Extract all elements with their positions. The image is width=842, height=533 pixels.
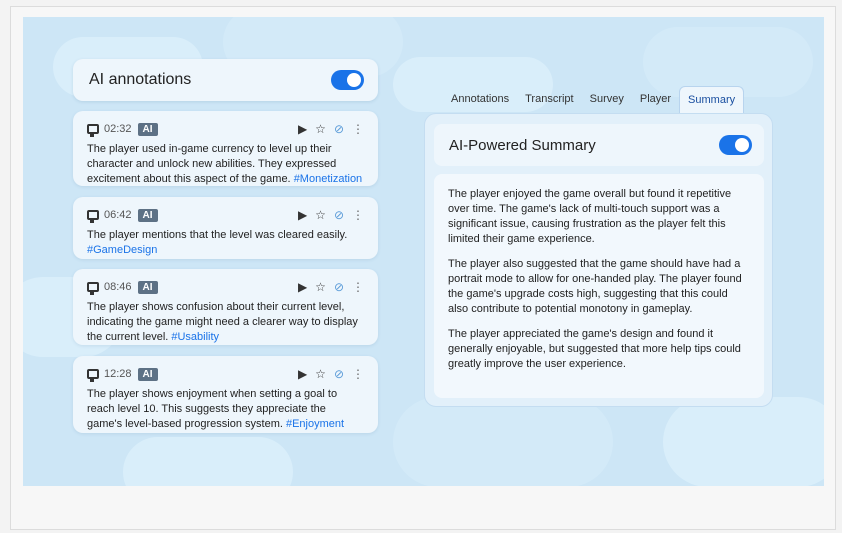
more-options-icon[interactable]: ⋮ xyxy=(352,367,364,381)
cloud-decoration xyxy=(123,437,293,486)
tab-summary[interactable]: Summary xyxy=(679,86,745,113)
ai-badge: AI xyxy=(137,367,158,381)
tab-transcript[interactable]: Transcript xyxy=(517,86,582,113)
summary-header: AI-Powered Summary xyxy=(434,124,764,166)
summary-paragraph: The player also suggested that the game … xyxy=(448,258,742,315)
ai-badge: AI xyxy=(137,208,158,222)
tab-survey[interactable]: Survey xyxy=(582,86,632,113)
annotation-timestamp[interactable]: 08:46 xyxy=(104,281,132,293)
annotation-tag[interactable]: #Monetization xyxy=(294,173,363,185)
star-icon[interactable]: ☆ xyxy=(315,280,326,294)
annotation-card: 02:32 AI ▶ ☆ ⊘ ⋮ The player used in-game… xyxy=(73,111,378,186)
annotation-card: 08:46 AI ▶ ☆ ⊘ ⋮ The player shows confus… xyxy=(73,269,378,345)
ai-annotations-header: AI annotations xyxy=(73,59,378,101)
annotation-tag[interactable]: #Enjoyment xyxy=(286,418,344,430)
annotation-tag[interactable]: #Usability xyxy=(171,331,219,343)
summary-paragraph: The player appreciated the game's design… xyxy=(448,328,741,370)
cloud-decoration xyxy=(393,397,613,486)
annotation-tag[interactable]: #GameDesign xyxy=(87,244,157,256)
more-options-icon[interactable]: ⋮ xyxy=(352,280,364,294)
play-icon[interactable]: ▶ xyxy=(298,280,307,294)
link-icon[interactable]: ⊘ xyxy=(334,122,344,136)
comment-icon xyxy=(87,124,99,137)
ai-badge: AI xyxy=(137,280,158,294)
annotation-card: 06:42 AI ▶ ☆ ⊘ ⋮ The player mentions tha… xyxy=(73,197,378,259)
annotation-timestamp[interactable]: 06:42 xyxy=(104,209,132,221)
link-icon[interactable]: ⊘ xyxy=(334,280,344,294)
annotation-text: The player shows enjoyment when setting … xyxy=(87,388,345,430)
star-icon[interactable]: ☆ xyxy=(315,367,326,381)
summary-body: The player enjoyed the game overall but … xyxy=(434,174,764,398)
annotation-text: The player mentions that the level was c… xyxy=(87,229,348,256)
annotation-text: The player used in-game currency to leve… xyxy=(87,143,363,185)
tab-player[interactable]: Player xyxy=(632,86,679,113)
more-options-icon[interactable]: ⋮ xyxy=(352,122,364,136)
annotation-text: The player shows confusion about their c… xyxy=(87,301,358,343)
ai-badge: AI xyxy=(137,122,158,136)
link-icon[interactable]: ⊘ xyxy=(334,367,344,381)
comment-icon xyxy=(87,369,99,382)
play-icon[interactable]: ▶ xyxy=(298,367,307,381)
ai-annotations-toggle[interactable] xyxy=(331,70,364,90)
annotation-card: 12:28 AI ▶ ☆ ⊘ ⋮ The player shows enjoym… xyxy=(73,356,378,433)
more-options-icon[interactable]: ⋮ xyxy=(352,208,364,222)
play-icon[interactable]: ▶ xyxy=(298,122,307,136)
tab-bar: Annotations Transcript Survey Player Sum… xyxy=(443,86,745,113)
summary-toggle[interactable] xyxy=(719,135,752,155)
annotation-timestamp[interactable]: 02:32 xyxy=(104,123,132,135)
tab-annotations[interactable]: Annotations xyxy=(443,86,517,113)
star-icon[interactable]: ☆ xyxy=(315,122,326,136)
summary-title: AI-Powered Summary xyxy=(449,136,596,154)
summary-paragraph: The player enjoyed the game overall but … xyxy=(448,188,732,245)
comment-icon xyxy=(87,282,99,295)
ai-annotations-title: AI annotations xyxy=(89,71,192,88)
link-icon[interactable]: ⊘ xyxy=(334,208,344,222)
comment-icon xyxy=(87,210,99,223)
cloud-decoration xyxy=(663,397,824,486)
play-icon[interactable]: ▶ xyxy=(298,208,307,222)
star-icon[interactable]: ☆ xyxy=(315,208,326,222)
annotation-timestamp[interactable]: 12:28 xyxy=(104,368,132,380)
